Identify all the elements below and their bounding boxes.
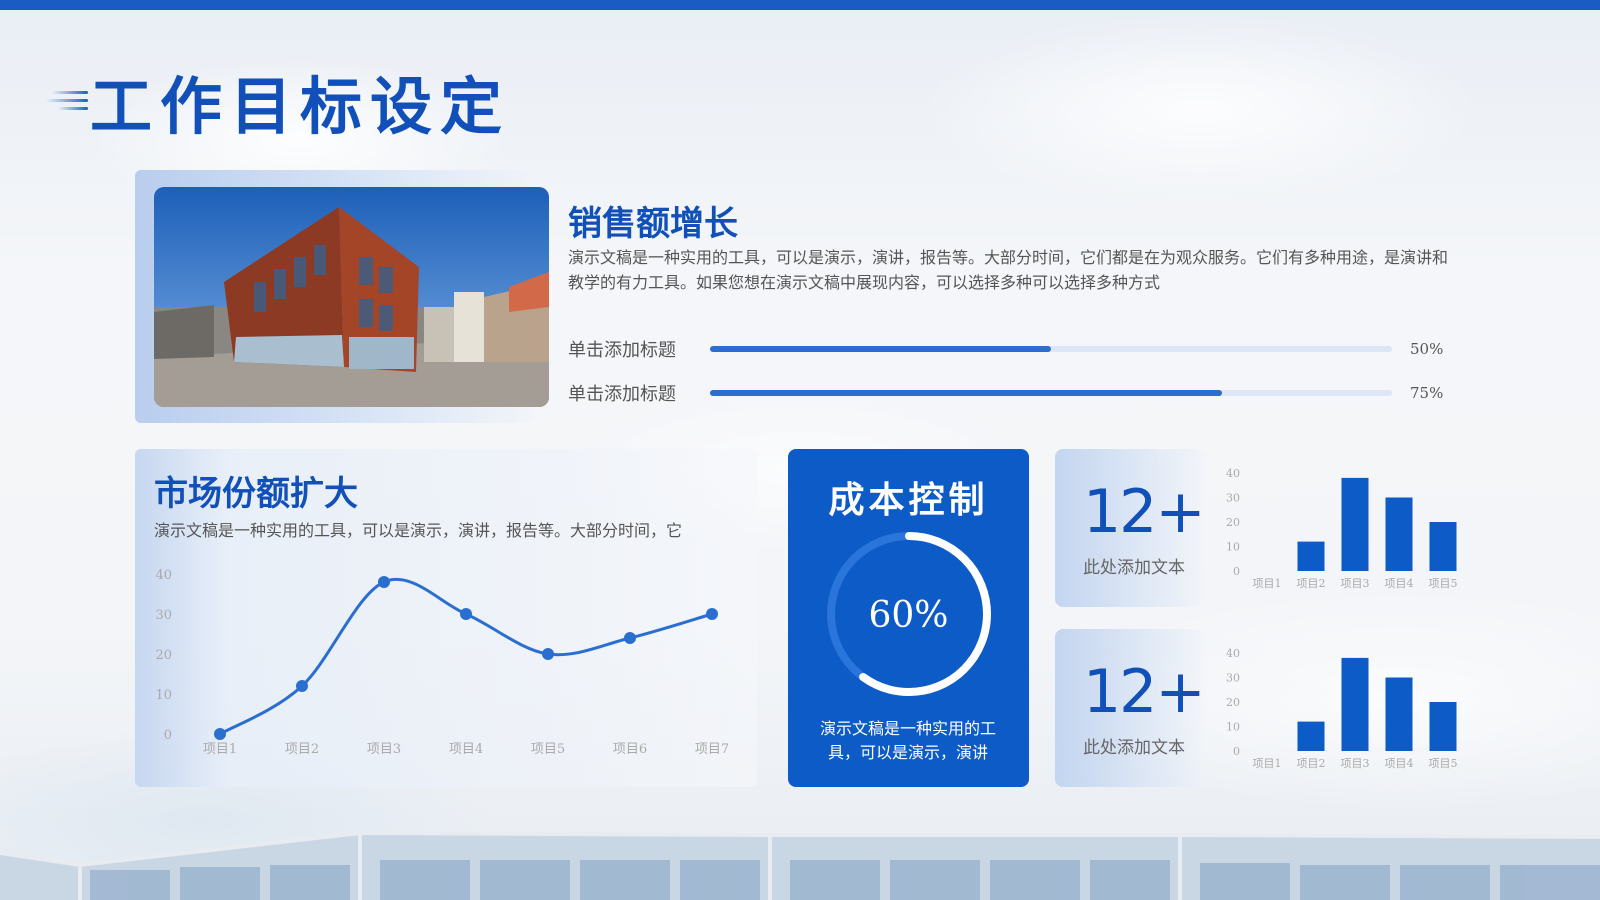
y-tick-label: 40 (155, 568, 172, 583)
bar (1385, 677, 1413, 751)
data-point (542, 648, 554, 660)
page-title: 工作目标设定 (90, 70, 511, 143)
progress-track (710, 390, 1392, 396)
cost-description: 演示文稿是一种实用的工具，可以是演示，演讲 (819, 719, 996, 762)
progress-label: 单击添加标题 (568, 384, 676, 405)
y-tick-label: 0 (1233, 745, 1240, 758)
bar (1341, 477, 1369, 571)
x-tick-label: 项目1 (1253, 577, 1282, 590)
y-tick-label: 10 (1226, 541, 1240, 554)
y-tick-label: 10 (1226, 721, 1240, 734)
market-title: 市场份额扩大 (154, 474, 358, 514)
data-point (460, 608, 472, 620)
data-point (214, 728, 226, 740)
stat-label: 此处添加文本 (1083, 738, 1185, 758)
x-tick-label: 项目7 (695, 742, 729, 757)
data-point (378, 576, 390, 588)
x-tick-label: 项目4 (449, 742, 483, 757)
bar (1341, 657, 1369, 751)
x-tick-label: 项目2 (1297, 577, 1326, 590)
y-tick-label: 0 (164, 728, 172, 743)
y-tick-label: 30 (1226, 672, 1240, 685)
line-chart: 0 10 20 30 40 项目1 项目2 项目3 项目4 项目5 项目6 项目7 (155, 568, 729, 757)
stat-card: 12+ 此处添加文本 0 10 20 30 40 项目1 项目2 项目3 项目4 项目5 (1055, 629, 1485, 787)
progress-fill (710, 346, 1051, 352)
stat-label: 此处添加文本 (1083, 558, 1185, 578)
x-tick-label: 项目2 (285, 742, 319, 757)
bar (1429, 702, 1457, 751)
progress-fill (710, 390, 1222, 396)
progress-row: 单击添加标题 75% (568, 381, 1448, 405)
x-tick-label: 项目1 (1253, 757, 1282, 770)
x-tick-label: 项目5 (1429, 757, 1458, 770)
y-tick-label: 20 (1226, 516, 1240, 529)
cost-percent: 60% (868, 595, 949, 636)
y-tick-label: 20 (1226, 696, 1240, 709)
x-tick-label: 项目5 (531, 742, 565, 757)
series-line (219, 577, 713, 736)
x-tick-label: 项目3 (367, 742, 401, 757)
cost-card: 成本控制 60% 演示文稿是一种实用的工具，可以是演示，演讲 (788, 449, 1029, 787)
y-tick-label: 0 (1233, 565, 1240, 578)
bar (1385, 497, 1413, 571)
y-tick-label: 40 (1226, 647, 1240, 660)
stat-number: 12+ (1083, 657, 1206, 727)
x-tick-label: 项目3 (1341, 757, 1370, 770)
stat-card: 12+ 此处添加文本 0 10 20 30 40 项目1 项目2 项目3 项目4 项目5 (1055, 449, 1485, 607)
building-photo (154, 187, 549, 407)
sales-title: 销售额增长 (568, 204, 738, 244)
data-point (706, 608, 718, 620)
sales-description: 演示文稿是一种实用的工具，可以是演示，演讲，报告等。大部分时间，它们都是在为观众… (568, 248, 1449, 292)
y-tick-label: 30 (1226, 492, 1240, 505)
x-tick-label: 项目5 (1429, 577, 1458, 590)
progress-value: 75% (1410, 384, 1444, 402)
bar (1429, 522, 1457, 571)
x-tick-label: 项目4 (1385, 577, 1414, 590)
y-tick-label: 20 (155, 648, 172, 663)
progress-label: 单击添加标题 (568, 340, 676, 361)
glass-roof-decoration (0, 831, 1600, 900)
speed-lines-icon (46, 81, 88, 121)
bar (1297, 721, 1325, 751)
bar-chart: 0 10 20 30 40 项目1 项目2 项目3 项目4 项目5 (1226, 467, 1458, 590)
data-point (624, 632, 636, 644)
x-tick-label: 项目4 (1385, 757, 1414, 770)
progress-row: 单击添加标题 50% (568, 337, 1448, 361)
stat-number: 12+ (1083, 477, 1206, 547)
cost-title: 成本控制 (828, 479, 989, 521)
market-description: 演示文稿是一种实用的工具，可以是演示，演讲，报告等。大部分时间，它 (154, 521, 683, 540)
x-tick-label: 项目6 (613, 742, 647, 757)
title-block: 工作目标设定 (46, 56, 510, 146)
progress-track (710, 346, 1392, 352)
bar-chart: 0 10 20 30 40 项目1 项目2 项目3 项目4 项目5 (1226, 647, 1458, 770)
y-tick-label: 30 (155, 608, 172, 623)
y-tick-label: 40 (1226, 467, 1240, 480)
data-point (296, 680, 308, 692)
x-tick-label: 项目1 (203, 742, 237, 757)
x-tick-label: 项目3 (1341, 577, 1370, 590)
x-tick-label: 项目2 (1297, 757, 1326, 770)
y-tick-label: 10 (155, 688, 172, 703)
progress-value: 50% (1410, 340, 1444, 358)
bar (1297, 541, 1325, 571)
top-accent-bar (0, 0, 1600, 10)
